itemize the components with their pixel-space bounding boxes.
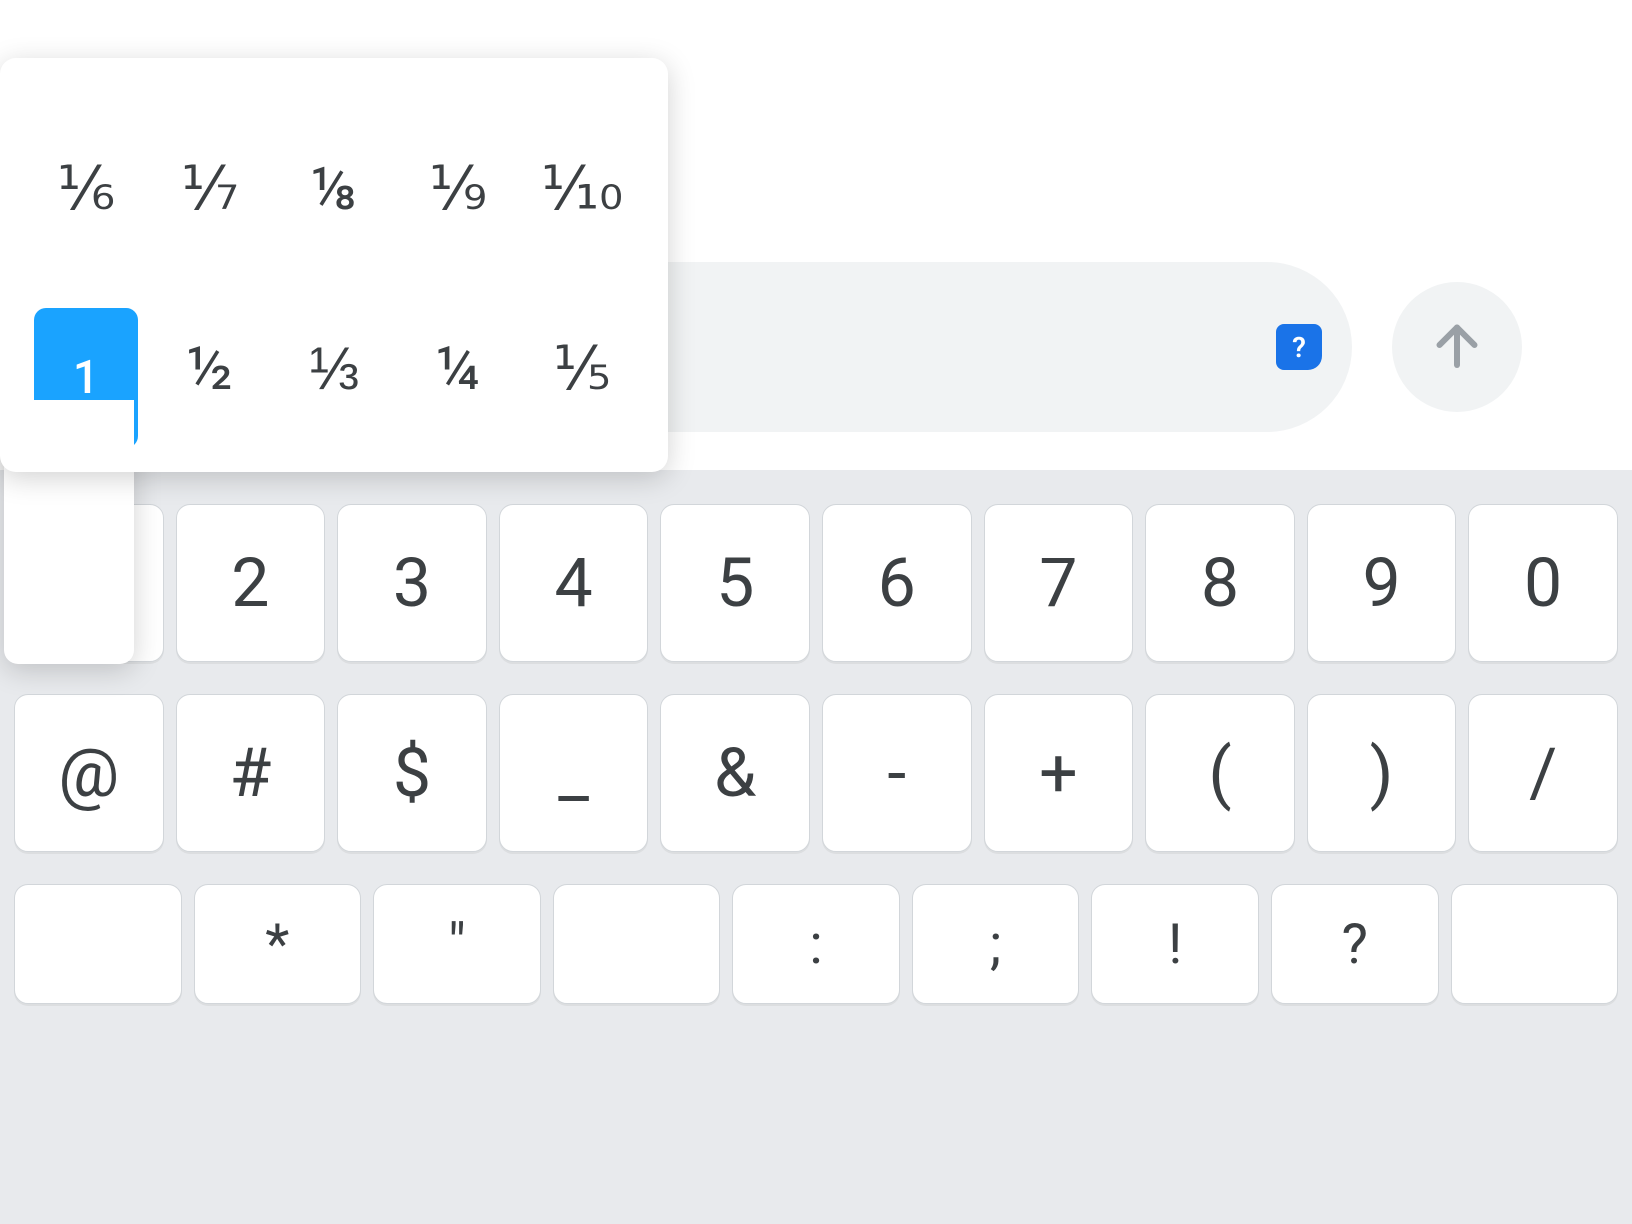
help-icon[interactable]: ? [1276,324,1322,370]
key-semicolon[interactable]: ; [912,884,1080,1004]
key-slash[interactable]: / [1468,694,1618,852]
send-button[interactable] [1392,282,1522,412]
key-asterisk[interactable]: * [194,884,362,1004]
popup-option-one-half[interactable]: ½ [148,308,272,428]
key-paren-open[interactable]: ( [1145,694,1295,852]
popup-option-one-third[interactable]: ⅓ [272,308,396,428]
keyboard-row-3: * " : ; ! ? [0,884,1632,1004]
popup-row-top: ⅙ ⅐ ⅛ ⅑ ⅒ [24,128,644,248]
key-minus[interactable]: - [822,694,972,852]
key-exclaim[interactable]: ! [1091,884,1259,1004]
key-backspace[interactable] [1451,884,1619,1004]
key-3[interactable]: 3 [337,504,487,662]
help-icon-label: ? [1292,331,1306,364]
keyboard-row-2: @ # $ _ & - + ( ) / [0,694,1632,852]
popup-option-one-seventh[interactable]: ⅐ [148,128,272,248]
popup-option-one-quarter[interactable]: ¼ [396,308,520,428]
key-hash[interactable]: # [176,694,326,852]
popup-option-one-sixth[interactable]: ⅙ [24,128,148,248]
popup-option-one-eighth[interactable]: ⅛ [272,128,396,248]
key-plus[interactable]: + [984,694,1134,852]
key-8[interactable]: 8 [1145,504,1295,662]
key-4[interactable]: 4 [499,504,649,662]
key-0[interactable]: 0 [1468,504,1618,662]
key-2[interactable]: 2 [176,504,326,662]
key-question[interactable]: ? [1271,884,1439,1004]
popup-option-one-ninth[interactable]: ⅑ [396,128,520,248]
arrow-up-icon [1427,315,1487,379]
popup-option-one-fifth[interactable]: ⅕ [520,308,644,428]
on-screen-keyboard: 2 3 4 5 6 7 8 9 0 @ # $ _ & - + ( ) / * … [0,470,1632,1224]
key-single-quote[interactable] [553,884,721,1004]
key-9[interactable]: 9 [1307,504,1457,662]
key-symbols-toggle[interactable] [14,884,182,1004]
key-dollar[interactable]: $ [337,694,487,852]
key-at[interactable]: @ [14,694,164,852]
key-ampersand[interactable]: & [660,694,810,852]
popup-stem-cover [4,400,134,460]
key-7[interactable]: 7 [984,504,1134,662]
key-colon[interactable]: : [732,884,900,1004]
key-5[interactable]: 5 [660,504,810,662]
key-underscore[interactable]: _ [499,694,649,852]
keyboard-row-1: 2 3 4 5 6 7 8 9 0 [0,504,1632,662]
popup-option-one-tenth[interactable]: ⅒ [520,128,644,248]
key-6[interactable]: 6 [822,504,972,662]
key-double-quote[interactable]: " [373,884,541,1004]
key-paren-close[interactable]: ) [1307,694,1457,852]
